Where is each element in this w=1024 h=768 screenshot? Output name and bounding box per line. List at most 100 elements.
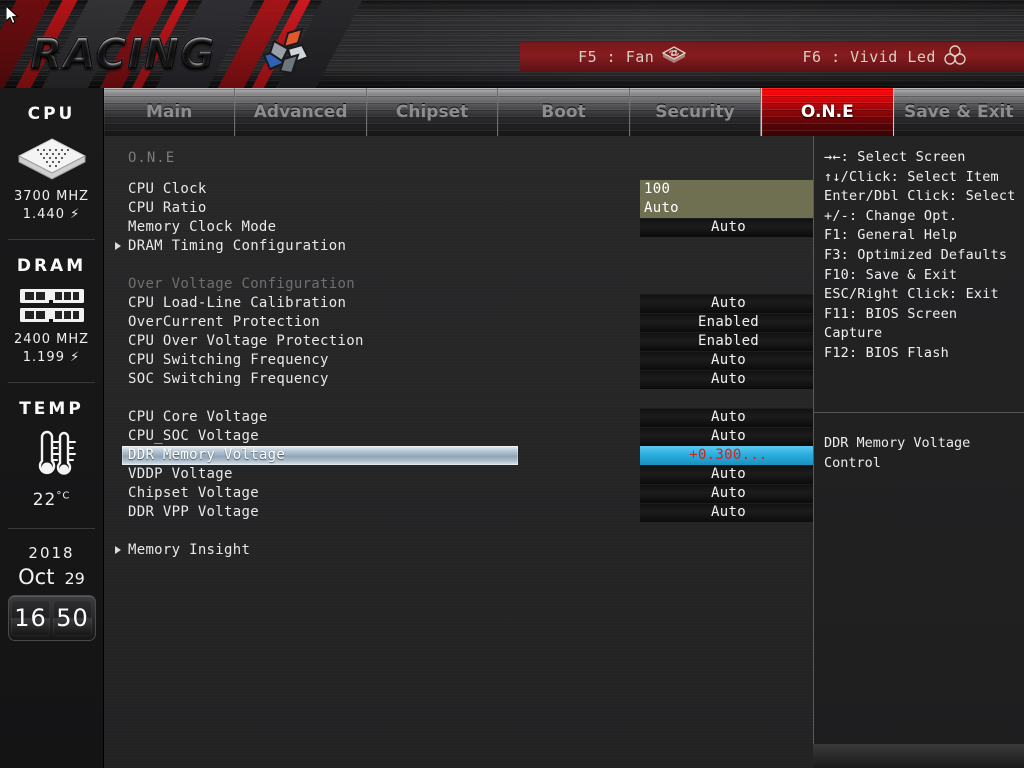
sidebar-clock: 16 50 (7, 595, 96, 642)
led-icon (944, 45, 966, 69)
help-description: DDR Memory Voltage Control (824, 435, 971, 471)
setting-row[interactable]: CPU Clock 100 (104, 180, 817, 199)
setting-value[interactable]: Auto (640, 370, 817, 389)
setting-label: DRAM Timing Configuration (128, 238, 347, 254)
help-key-line: ↑↓/Click: Select Item (824, 168, 999, 185)
setting-value[interactable]: Auto (640, 484, 817, 503)
tab-one[interactable]: O.N.E (761, 88, 894, 136)
sidebar-temp-value: 22°C (0, 489, 103, 512)
sidebar-dram-title: DRAM (16, 256, 87, 277)
setting-label: VDDP Voltage (128, 466, 233, 482)
setting-row[interactable]: CPU Over Voltage Protection Enabled (104, 332, 817, 351)
setting-label: CPU Load-Line Calibration (128, 295, 347, 311)
help-panel: →←: Select Screen ↑↓/Click: Select Item En… (813, 136, 1024, 768)
setting-row[interactable]: Memory Insight (104, 541, 813, 560)
tab-chipset[interactable]: Chipset (367, 88, 499, 136)
setting-label: CPU Core Voltage (128, 409, 268, 425)
tab-label: Boot (541, 102, 586, 122)
setting-value[interactable]: Auto (640, 408, 817, 427)
setting-value[interactable]: Auto (640, 427, 817, 446)
help-key-line: F10: Save & Exit (824, 266, 958, 283)
help-key-line: Enter/Dbl Click: Select (824, 188, 1016, 205)
settings-panel: O.N.E CPU Clock 100 CPU Ratio Auto Memory Cl… (104, 136, 817, 768)
main-tab-bar: Main Advanced Chipset Boot Security O.N.… (104, 88, 1024, 136)
setting-row[interactable]: DDR VPP Voltage Auto (104, 503, 817, 522)
setting-row[interactable]: CPU Switching Frequency Auto (104, 351, 817, 370)
fan-icon (661, 46, 687, 68)
setting-row[interactable]: Memory Clock Mode Auto (104, 218, 817, 237)
sidebar-cpu-block: CPU 3700 MHZ 1.440 ⚡ (0, 88, 103, 223)
setting-value[interactable]: Auto (640, 503, 817, 522)
lightning-icon: ⚡ (70, 349, 81, 365)
sidebar-temp-block: TEMP 22°C (0, 383, 103, 512)
sidebar-day: 29 (64, 569, 85, 589)
setting-value[interactable]: +0.300... (640, 446, 817, 465)
setting-value[interactable]: Auto (640, 199, 817, 218)
fkey-vivid-led[interactable]: F6 : Vivid Led (802, 45, 966, 69)
tab-label: Security (655, 102, 735, 122)
setting-row[interactable]: VDDP Voltage Auto (104, 465, 817, 484)
tab-security[interactable]: Security (630, 88, 762, 136)
submenu-arrow-icon (115, 242, 121, 250)
sidebar-dram-voltage: 1.199 ⚡ (0, 349, 103, 367)
help-key-list: →←: Select Screen ↑↓/Click: Select Item En… (824, 148, 1020, 364)
setting-value[interactable]: Auto (640, 294, 817, 313)
submenu-arrow-icon (115, 546, 121, 554)
setting-row[interactable]: DRAM Timing Configuration (104, 237, 813, 256)
clock-minutes: 50 (53, 600, 92, 637)
setting-row[interactable]: CPU Ratio Auto (104, 199, 817, 218)
sidebar-cpu-voltage-value: 1.440 (22, 206, 65, 222)
setting-label: CPU_SOC Voltage (128, 428, 259, 444)
setting-row[interactable]: DDR Memory Voltage +0.300... (104, 446, 817, 465)
setting-label: Memory Insight (128, 542, 251, 558)
sidebar-temp-unit: °C (56, 490, 71, 502)
sidebar-month: Oct (18, 565, 55, 590)
racing-x-emblem-icon (258, 25, 316, 87)
setting-value[interactable]: Enabled (640, 332, 817, 351)
hardware-monitor-sidebar: CPU 3700 MHZ 1.440 ⚡ DRAM 2400 MHZ 1.199… (0, 88, 104, 768)
tab-label: O.N.E (800, 102, 854, 122)
setting-row[interactable]: Chipset Voltage Auto (104, 484, 817, 503)
help-key-line: F1: General Help (824, 227, 958, 244)
setting-label: SOC Switching Frequency (128, 371, 329, 387)
thermometer-icon (0, 429, 103, 481)
header-banner: RACING F5 : Fan F6: Vivid Led (0, 0, 1024, 88)
page-title: O.N.E (128, 150, 176, 166)
help-key-line: ESC/Right Click: Exit (824, 286, 999, 303)
settings-rows: CPU Clock 100 CPU Ratio Auto Memory Clock Mo… (104, 180, 817, 560)
fkey-vivid-led-label: F6 : Vivid Led (802, 48, 936, 66)
sidebar-datetime-block: 2018 Oct 29 16 50 (0, 529, 103, 642)
fkey-hints: F5 : Fan F6 : Vivid Led (520, 42, 1024, 72)
fkey-fan[interactable]: F5 : Fan (578, 46, 687, 68)
bios-screen: RACING F5 : Fan F6: Vivid Led Main Adva… (0, 0, 1024, 768)
tab-advanced[interactable]: Advanced (235, 88, 367, 136)
tab-boot[interactable]: Boot (498, 88, 630, 136)
setting-label: CPU Ratio (128, 200, 207, 216)
setting-spacer (104, 389, 813, 408)
setting-row[interactable]: Over Voltage Configuration (104, 275, 813, 294)
setting-row[interactable]: CPU Load-Line Calibration Auto (104, 294, 817, 313)
setting-row[interactable]: CPU Core Voltage Auto (104, 408, 817, 427)
sidebar-dram-block: DRAM 2400 MHZ 1.199 ⚡ (0, 240, 103, 366)
setting-value[interactable]: Auto (640, 465, 817, 484)
help-key-line: →←: Select Screen (824, 149, 966, 165)
sidebar-cpu-voltage: 1.440 ⚡ (0, 206, 103, 224)
setting-row[interactable]: SOC Switching Frequency Auto (104, 370, 817, 389)
setting-label: DDR VPP Voltage (128, 504, 259, 520)
tab-save-exit[interactable]: Save & Exit (894, 88, 1024, 136)
setting-row[interactable]: OverCurrent Protection Enabled (104, 313, 817, 332)
panel-bottom-strip (813, 744, 1024, 768)
setting-label: OverCurrent Protection (128, 314, 321, 330)
help-key-line: F11: BIOS Screen (824, 305, 958, 322)
setting-value[interactable]: 100 (640, 180, 817, 199)
setting-value[interactable]: Auto (640, 218, 817, 237)
setting-value[interactable]: Auto (640, 351, 817, 370)
help-key-line: Capture (824, 325, 883, 342)
sidebar-cpu-freq: 3700 MHZ (13, 189, 90, 204)
dram-module-icon (0, 288, 103, 324)
setting-label: DDR Memory Voltage (128, 447, 286, 463)
setting-row[interactable]: CPU_SOC Voltage Auto (104, 427, 817, 446)
setting-value[interactable]: Enabled (640, 313, 817, 332)
tab-main[interactable]: Main (104, 88, 236, 136)
cpu-chip-icon (0, 136, 103, 180)
